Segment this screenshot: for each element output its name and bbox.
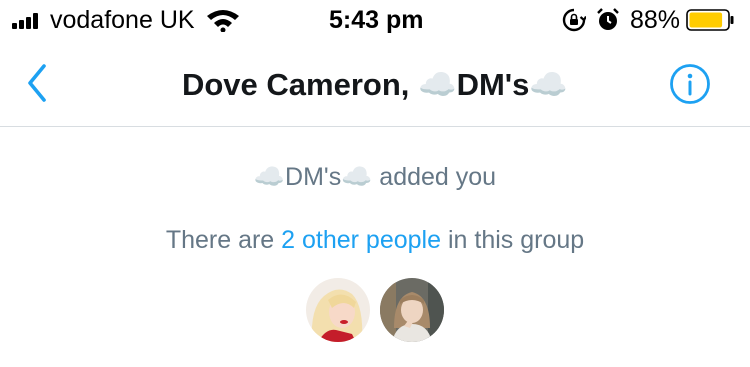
added-you-message: ☁️DM's☁️ added you: [0, 163, 750, 192]
group-suffix-text: in this group: [447, 226, 585, 254]
added-you-text: added you: [379, 163, 497, 191]
battery-percent: 88%: [630, 6, 681, 34]
group-prefix-text: There are: [165, 226, 275, 254]
conversation-title: Dove Cameron, ☁️DM's☁️: [181, 67, 569, 102]
conversation-info-button[interactable]: [669, 63, 711, 105]
added-by-name: ☁️DM's☁️: [253, 163, 373, 191]
group-members-message: There are 2 other people in this group: [0, 226, 750, 255]
member-2-avatar[interactable]: [380, 278, 444, 342]
navigation-bar: Dove Cameron, ☁️DM's☁️: [0, 40, 750, 127]
group-member-avatars: [306, 278, 446, 344]
other-people-link[interactable]: 2 other people: [281, 226, 441, 254]
chevron-left-icon: [28, 64, 46, 102]
member-1-avatar[interactable]: [306, 278, 370, 342]
battery-icon: [686, 9, 734, 31]
back-button[interactable]: [22, 62, 54, 104]
rotation-lock-icon: [562, 8, 586, 32]
status-time: 5:43 pm: [329, 6, 424, 34]
wifi-icon: [207, 10, 239, 32]
carrier-name: vodafone UK: [50, 6, 195, 34]
info-icon: [670, 64, 710, 104]
status-bar: vodafone UK 5:43 pm 88%: [0, 0, 750, 40]
alarm-icon: [597, 8, 619, 30]
signal-bars-icon: [12, 13, 46, 29]
